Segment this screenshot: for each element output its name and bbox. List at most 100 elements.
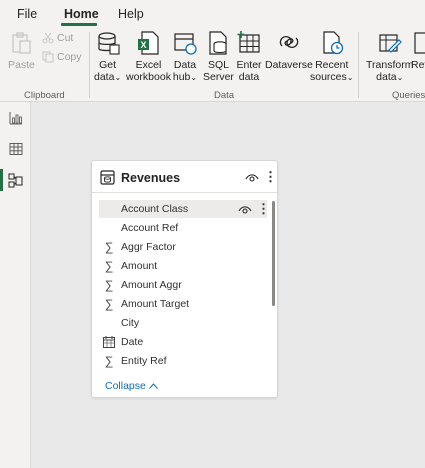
copy-button[interactable]: Copy bbox=[42, 51, 82, 63]
paste-button[interactable]: Paste bbox=[8, 30, 35, 71]
sigma-icon: ∑ bbox=[104, 278, 114, 292]
clipboard-group-label: Clipboard bbox=[24, 90, 65, 101]
excel-label-1: Excel bbox=[135, 59, 162, 71]
recent-sources-label-1: Recent bbox=[315, 59, 349, 71]
eye-icon[interactable] bbox=[238, 205, 252, 215]
model-icon bbox=[8, 173, 23, 187]
field-label: Entity Ref bbox=[121, 355, 167, 367]
get-data-button[interactable]: Get data⌄ bbox=[94, 30, 121, 84]
collapse-button[interactable]: Collapse bbox=[105, 380, 158, 392]
chevron-down-icon: ⌄ bbox=[190, 73, 198, 82]
field-row[interactable]: ∑ Amount Aggr bbox=[99, 276, 267, 294]
refresh-icon bbox=[414, 32, 425, 54]
field-row[interactable]: ∑ Entity Ref bbox=[99, 352, 267, 370]
collapse-label: Collapse bbox=[105, 380, 146, 392]
excel-workbook-button[interactable]: X Excel workbook bbox=[126, 30, 171, 83]
table-card[interactable]: Revenues ⋮ Account Class ⋮ Account Ref ∑… bbox=[91, 160, 278, 398]
field-label: Amount Aggr bbox=[121, 279, 182, 291]
field-row[interactable]: ∑ Aggr Factor bbox=[99, 238, 267, 256]
refresh-button[interactable]: Ref bbox=[411, 30, 425, 71]
recent-sources-label-2: sources⌄ bbox=[310, 71, 353, 84]
table-icon bbox=[9, 143, 22, 155]
get-data-label-2-text: data bbox=[94, 71, 115, 83]
field-label: Amount Target bbox=[121, 298, 190, 310]
get-data-label-1: Get bbox=[99, 59, 117, 71]
paste-label: Paste bbox=[8, 59, 35, 71]
sigma-icon: ∑ bbox=[104, 354, 114, 368]
enter-data-label-2: data bbox=[238, 71, 260, 83]
sql-server-button[interactable]: SQL Server bbox=[203, 30, 234, 83]
tab-file[interactable]: File bbox=[17, 7, 37, 21]
excel-icon: X bbox=[138, 31, 160, 55]
field-row[interactable]: City bbox=[99, 314, 267, 332]
dataverse-label: Dataverse bbox=[265, 59, 313, 71]
recent-sources-label-2-text: sources bbox=[310, 71, 347, 83]
table-add-icon bbox=[237, 31, 260, 53]
field-label: Account Ref bbox=[121, 222, 179, 234]
transform-label-2: data⌄ bbox=[376, 71, 403, 84]
field-label: Date bbox=[121, 336, 144, 348]
table-view-button[interactable] bbox=[0, 136, 31, 162]
data-hub-label-1: Data bbox=[173, 59, 197, 71]
field-row[interactable]: Account Ref bbox=[99, 219, 267, 237]
svg-text:X: X bbox=[141, 40, 147, 50]
ribbon-separator bbox=[89, 32, 90, 98]
scissors-icon bbox=[42, 32, 54, 44]
field-label: Aggr Factor bbox=[121, 241, 176, 253]
transform-data-button[interactable]: Transform data⌄ bbox=[366, 30, 413, 84]
cut-button[interactable]: Cut bbox=[42, 32, 73, 44]
excel-label-2: workbook bbox=[126, 71, 171, 83]
dataverse-button[interactable]: Dataverse bbox=[265, 30, 313, 71]
sigma-icon: ∑ bbox=[104, 240, 114, 254]
calendar-icon bbox=[99, 336, 119, 348]
table-card-header[interactable]: Revenues ⋮ bbox=[92, 161, 277, 193]
more-options-icon[interactable]: ⋮ bbox=[264, 170, 277, 183]
sigma-icon: ∑ bbox=[104, 259, 114, 273]
queries-group-label: Queries bbox=[392, 90, 425, 101]
ribbon: Paste Cut Copy Clipboard Get data⌄ X Exc… bbox=[0, 28, 425, 102]
table-icon bbox=[100, 170, 115, 185]
tab-help[interactable]: Help bbox=[118, 7, 144, 21]
chevron-up-icon bbox=[148, 383, 158, 389]
sigma-icon: ∑ bbox=[104, 297, 114, 311]
enter-data-label-1: Enter bbox=[236, 59, 262, 71]
field-row[interactable]: ∑ Amount Target bbox=[99, 295, 267, 313]
field-row[interactable]: ∑ Amount bbox=[99, 257, 267, 275]
field-row[interactable]: Date bbox=[99, 333, 267, 351]
copy-label: Copy bbox=[57, 51, 82, 63]
tab-home[interactable]: Home bbox=[64, 7, 99, 21]
eye-icon[interactable] bbox=[245, 173, 259, 183]
data-hub-icon bbox=[174, 33, 197, 55]
chevron-down-icon: ⌄ bbox=[346, 73, 354, 82]
database-icon bbox=[97, 32, 120, 55]
enter-data-button[interactable]: Enter data bbox=[236, 30, 262, 83]
transform-label-2-text: data bbox=[376, 71, 397, 83]
transform-label-1: Transform bbox=[366, 59, 414, 71]
data-hub-label-2: hub⌄ bbox=[173, 71, 197, 84]
paste-icon bbox=[12, 32, 32, 54]
copy-icon bbox=[42, 51, 54, 63]
bar-chart-icon bbox=[9, 112, 22, 125]
more-options-icon[interactable]: ⋮ bbox=[257, 202, 270, 215]
field-label: City bbox=[121, 317, 140, 329]
field-label: Account Class bbox=[121, 203, 189, 215]
ribbon-separator bbox=[358, 32, 359, 98]
sql-server-icon bbox=[209, 31, 228, 55]
chevron-down-icon: ⌄ bbox=[114, 73, 122, 82]
field-list-scrollbar[interactable] bbox=[272, 201, 275, 306]
menu-bar: File Home Help bbox=[0, 0, 425, 28]
refresh-label: Ref bbox=[411, 59, 425, 71]
field-row[interactable]: Account Class ⋮ bbox=[99, 200, 270, 218]
recent-sources-button[interactable]: Recent sources⌄ bbox=[310, 30, 353, 84]
sql-label-2: Server bbox=[203, 71, 234, 83]
chevron-down-icon: ⌄ bbox=[396, 73, 404, 82]
dataverse-icon bbox=[279, 35, 299, 49]
transform-data-icon bbox=[379, 34, 402, 53]
sql-label-1: SQL bbox=[207, 59, 229, 71]
active-tab-indicator bbox=[61, 23, 97, 26]
model-view-button[interactable] bbox=[0, 167, 31, 193]
field-label: Amount bbox=[121, 260, 158, 272]
data-hub-button[interactable]: Data hub⌄ bbox=[172, 30, 198, 84]
recent-sources-icon bbox=[323, 31, 343, 55]
report-view-button[interactable] bbox=[0, 105, 31, 131]
